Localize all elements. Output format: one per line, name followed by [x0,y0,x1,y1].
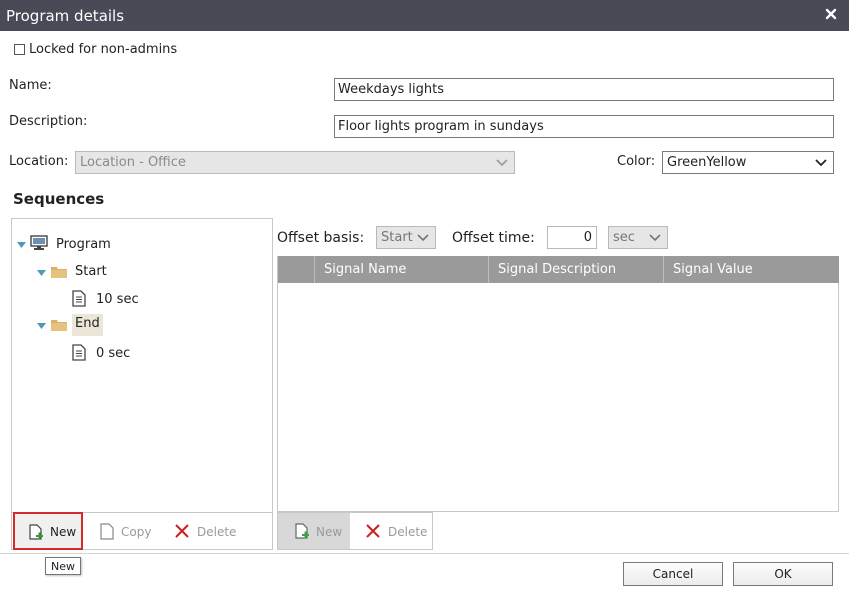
copy-icon [100,523,114,540]
new-signal-button[interactable]: New [278,513,350,549]
sequence-toolbar: New Copy Delete [11,512,273,550]
offset-unit-value: sec [613,230,635,245]
folder-icon [51,320,67,331]
tooltip: New [45,557,81,575]
folder-icon [51,267,67,278]
title-bar: Program details [0,0,849,31]
location-value: Location - Office [80,155,186,170]
tree-node-end-offset[interactable]: 0 sec [70,344,150,364]
tree-node-label: Program [56,237,111,252]
offset-basis-value: Start [381,230,413,245]
chevron-down-icon [815,159,827,167]
description-label: Description: [9,114,88,129]
window-title: Program details [6,7,125,25]
column-label: Signal Description [498,262,617,277]
footer-divider [0,553,849,554]
delete-label: Delete [388,525,428,539]
tree-node-label: Start [75,264,107,279]
delete-label: Delete [197,525,237,539]
signals-toolbar: New Delete [277,512,433,550]
sequences-title: Sequences [13,190,105,208]
new-document-icon [295,523,309,539]
offset-basis-label: Offset basis: [277,230,365,246]
column-label: Signal Name [324,262,407,277]
document-icon [72,344,86,361]
location-label: Location: [9,154,69,169]
tree-node-start-offset[interactable]: 10 sec [70,290,150,310]
name-label: Name: [9,78,52,93]
chevron-down-icon [496,159,508,167]
tree-node-end[interactable]: End [37,314,137,336]
column-header-signal-description[interactable]: Signal Description [488,256,663,283]
expand-triangle-icon[interactable] [37,270,46,276]
offset-basis-select[interactable]: Start [376,226,436,249]
new-document-icon [29,524,43,540]
column-header-signal-name[interactable]: Signal Name [314,256,488,283]
tree-node-label: End [72,314,103,336]
new-label: New [50,525,77,539]
color-value: GreenYellow [667,155,747,170]
computer-icon [30,235,48,250]
copy-sequence-button[interactable]: Copy [97,513,167,549]
delete-signal-button[interactable]: Delete [364,513,434,549]
chevron-down-icon [649,234,661,242]
delete-sequence-button[interactable]: Delete [174,513,254,549]
tree-node-program[interactable]: Program [17,235,117,255]
signals-grid [277,256,839,512]
color-label: Color: [617,154,656,169]
name-field[interactable]: Weekdays lights [334,78,834,101]
document-icon [72,290,86,307]
offset-time-field[interactable]: 0 [547,226,597,249]
column-header-signal-value[interactable]: Signal Value [663,256,839,283]
locked-label: Locked for non-admins [29,42,178,57]
expand-triangle-icon[interactable] [17,242,26,248]
tree-node-label: 10 sec [96,292,139,307]
delete-icon [366,524,380,538]
column-label: Signal Value [673,262,753,277]
copy-label: Copy [121,525,152,539]
cancel-button[interactable]: Cancel [623,562,723,586]
new-label: New [316,525,343,539]
tree-node-start[interactable]: Start [37,262,137,282]
description-field[interactable]: Floor lights program in sundays [334,115,834,138]
offset-unit-select[interactable]: sec [608,226,668,249]
ok-button[interactable]: OK [733,562,833,586]
delete-icon [175,524,189,538]
color-select[interactable]: GreenYellow [662,151,834,174]
offset-time-label: Offset time: [452,230,535,246]
close-icon[interactable] [825,8,837,20]
location-select[interactable]: Location - Office [75,151,515,174]
expand-triangle-icon[interactable] [37,323,46,329]
signals-grid-header: Signal Name Signal Description Signal Va… [278,256,839,283]
locked-checkbox[interactable] [14,44,25,55]
chevron-down-icon [417,234,429,242]
tree-node-label: 0 sec [96,346,131,361]
new-sequence-button[interactable]: New [13,512,83,550]
